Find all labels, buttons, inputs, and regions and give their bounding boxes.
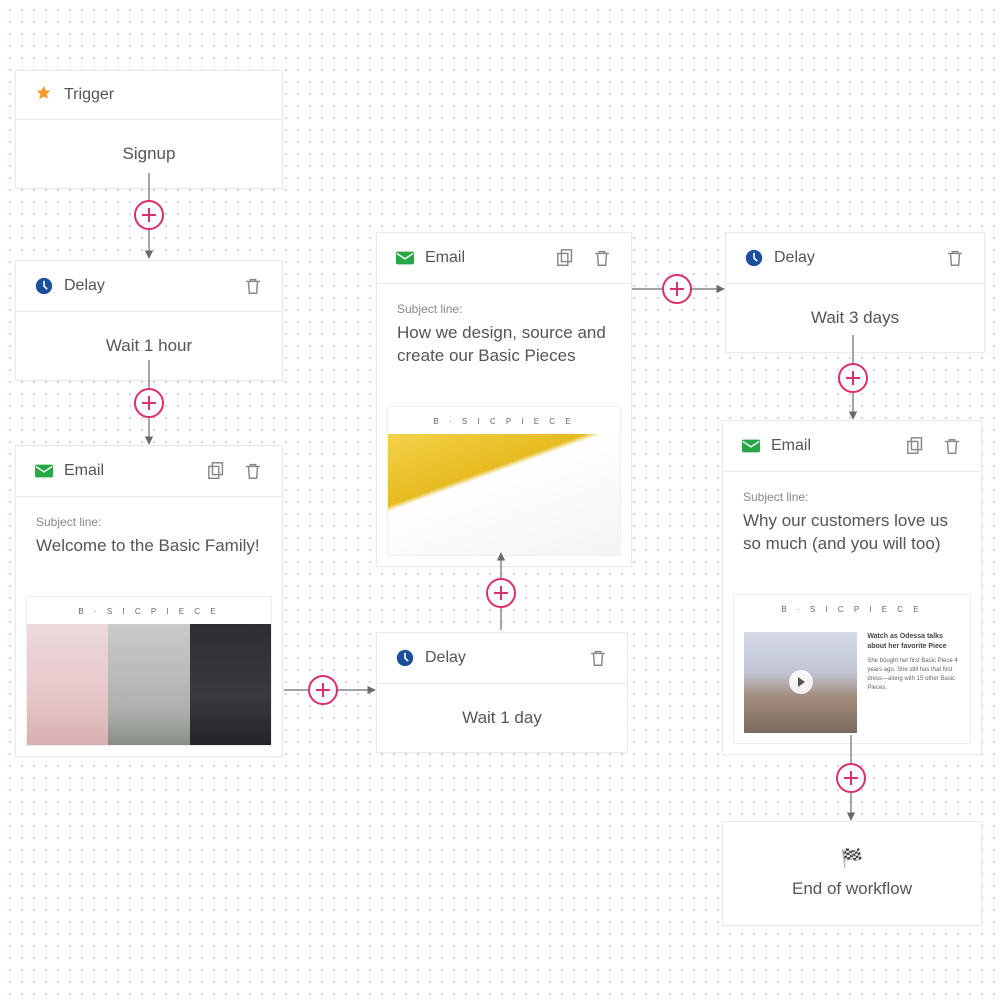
clock-icon bbox=[395, 648, 415, 668]
delete-button[interactable] bbox=[587, 647, 609, 669]
flag-icon: 🏁 bbox=[733, 848, 971, 869]
workflow-node-delay[interactable]: Delay Wait 1 hour bbox=[15, 260, 283, 381]
mail-icon bbox=[395, 248, 415, 268]
node-type-label: Delay bbox=[774, 249, 934, 267]
add-step-button[interactable] bbox=[486, 578, 516, 608]
delete-button[interactable] bbox=[242, 275, 264, 297]
node-type-label: Email bbox=[64, 462, 196, 480]
delete-button[interactable] bbox=[242, 460, 264, 482]
workflow-node-delay[interactable]: Delay Wait 3 days bbox=[725, 232, 985, 353]
node-type-label: Delay bbox=[425, 649, 577, 667]
preview-brand: B · S I C P I E C E bbox=[388, 407, 620, 434]
delete-button[interactable] bbox=[591, 247, 613, 269]
workflow-node-email[interactable]: Email Subject line: Why our customers lo… bbox=[722, 420, 982, 755]
spark-icon bbox=[34, 85, 54, 105]
subject-line: Welcome to the Basic Family! bbox=[36, 535, 262, 558]
preview-brand: B · S I C P I E C E bbox=[27, 597, 271, 624]
workflow-node-email[interactable]: Email Subject line: Welcome to the Basic… bbox=[15, 445, 283, 757]
node-type-label: Email bbox=[425, 249, 545, 267]
node-type-label: Trigger bbox=[64, 86, 264, 104]
add-step-button[interactable] bbox=[836, 763, 866, 793]
email-preview: B · S I C P I E C E bbox=[26, 596, 272, 746]
node-type-label: Email bbox=[771, 437, 895, 455]
add-step-button[interactable] bbox=[838, 363, 868, 393]
add-step-button[interactable] bbox=[134, 200, 164, 230]
preview-brand: B · S I C P I E C E bbox=[734, 595, 970, 622]
workflow-node-email[interactable]: Email Subject line: How we design, sourc… bbox=[376, 232, 632, 567]
node-body: Signup bbox=[16, 120, 282, 188]
clock-icon bbox=[34, 276, 54, 296]
node-body: Wait 1 hour bbox=[16, 312, 282, 380]
subject-label: Subject line: bbox=[743, 490, 961, 504]
add-step-button[interactable] bbox=[134, 388, 164, 418]
workflow-node-trigger[interactable]: Trigger Signup bbox=[15, 70, 283, 189]
play-icon bbox=[789, 670, 813, 694]
duplicate-button[interactable] bbox=[206, 460, 228, 482]
workflow-node-end[interactable]: 🏁 End of workflow bbox=[722, 821, 982, 926]
workflow-node-delay[interactable]: Delay Wait 1 day bbox=[376, 632, 628, 753]
subject-line: How we design, source and create our Bas… bbox=[397, 322, 611, 368]
preview-headline: Watch as Odessa talks about her favorite… bbox=[867, 632, 960, 653]
node-body: Wait 3 days bbox=[726, 284, 984, 352]
subject-label: Subject line: bbox=[36, 515, 262, 529]
email-preview: B · S I C P I E C E bbox=[387, 406, 621, 556]
duplicate-button[interactable] bbox=[905, 435, 927, 457]
end-label: End of workflow bbox=[792, 879, 912, 898]
node-type-label: Delay bbox=[64, 277, 232, 295]
mail-icon bbox=[34, 461, 54, 481]
add-step-button[interactable] bbox=[308, 675, 338, 705]
clock-icon bbox=[744, 248, 764, 268]
email-preview: B · S I C P I E C E Watch as Odessa talk… bbox=[733, 594, 971, 744]
duplicate-button[interactable] bbox=[555, 247, 577, 269]
subject-line: Why our customers love us so much (and y… bbox=[743, 510, 961, 556]
mail-icon bbox=[741, 436, 761, 456]
preview-copy: She bought her first Basic Piece 4 years… bbox=[867, 658, 957, 691]
delete-button[interactable] bbox=[941, 435, 963, 457]
add-step-button[interactable] bbox=[662, 274, 692, 304]
node-body: Wait 1 day bbox=[377, 684, 627, 752]
delete-button[interactable] bbox=[944, 247, 966, 269]
subject-label: Subject line: bbox=[397, 302, 611, 316]
